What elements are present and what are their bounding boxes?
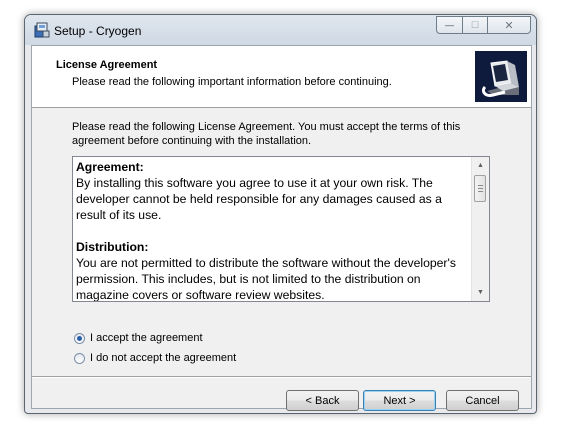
accept-option[interactable]: I accept the agreement bbox=[74, 332, 203, 344]
setup-computer-icon bbox=[475, 51, 527, 102]
intro-text: Please read the following License Agreem… bbox=[72, 121, 461, 147]
scroll-up-arrow-icon[interactable]: ▲ bbox=[472, 157, 489, 174]
maximize-icon: ☐ bbox=[470, 19, 480, 30]
page-title: License Agreement bbox=[56, 59, 158, 71]
scroll-grip-line bbox=[478, 188, 483, 189]
scroll-grip-line bbox=[478, 191, 483, 192]
close-icon: ✕ bbox=[504, 19, 514, 32]
minimize-icon: — bbox=[445, 20, 454, 30]
window-controls: — ☐ ✕ bbox=[436, 16, 531, 35]
decline-label[interactable]: I do not accept the agreement bbox=[90, 352, 236, 364]
cancel-button[interactable]: Cancel bbox=[446, 390, 519, 411]
scroll-thumb[interactable] bbox=[474, 175, 486, 202]
license-heading-agreement: Agreement: bbox=[76, 160, 144, 174]
next-button[interactable]: Next > bbox=[363, 390, 436, 411]
footer-separator bbox=[32, 376, 531, 378]
license-body-agreement: By installing this software you agree to… bbox=[76, 176, 446, 222]
scroll-down-arrow-icon[interactable]: ▼ bbox=[472, 284, 489, 301]
setup-app-icon bbox=[34, 22, 50, 38]
page-subtitle: Please read the following important info… bbox=[72, 76, 392, 88]
decline-option[interactable]: I do not accept the agreement bbox=[74, 352, 236, 364]
close-button[interactable]: ✕ bbox=[487, 16, 531, 34]
title-bar[interactable]: Setup - Cryogen — ☐ ✕ bbox=[25, 15, 536, 45]
wizard-header: License Agreement Please read the follow… bbox=[32, 46, 531, 108]
accept-label[interactable]: I accept the agreement bbox=[90, 332, 203, 344]
license-scrollbar[interactable]: ▲ ▼ bbox=[471, 157, 489, 301]
license-heading-distribution: Distribution: bbox=[76, 240, 149, 254]
accept-radio[interactable] bbox=[74, 332, 85, 344]
wizard-client-area: License Agreement Please read the follow… bbox=[31, 45, 532, 411]
minimize-button[interactable]: — bbox=[436, 16, 462, 34]
window-title: Setup - Cryogen bbox=[54, 24, 142, 38]
back-button[interactable]: < Back bbox=[286, 390, 359, 411]
scroll-grip-line bbox=[478, 185, 483, 186]
license-text: Agreement: By installing this software y… bbox=[76, 159, 469, 302]
setup-window: Setup - Cryogen — ☐ ✕ License Agreement … bbox=[24, 14, 537, 414]
decline-radio[interactable] bbox=[74, 352, 85, 364]
maximize-button[interactable]: ☐ bbox=[462, 16, 487, 34]
license-body-distribution: You are not permitted to distribute the … bbox=[76, 256, 460, 302]
license-text-box[interactable]: Agreement: By installing this software y… bbox=[72, 156, 490, 302]
